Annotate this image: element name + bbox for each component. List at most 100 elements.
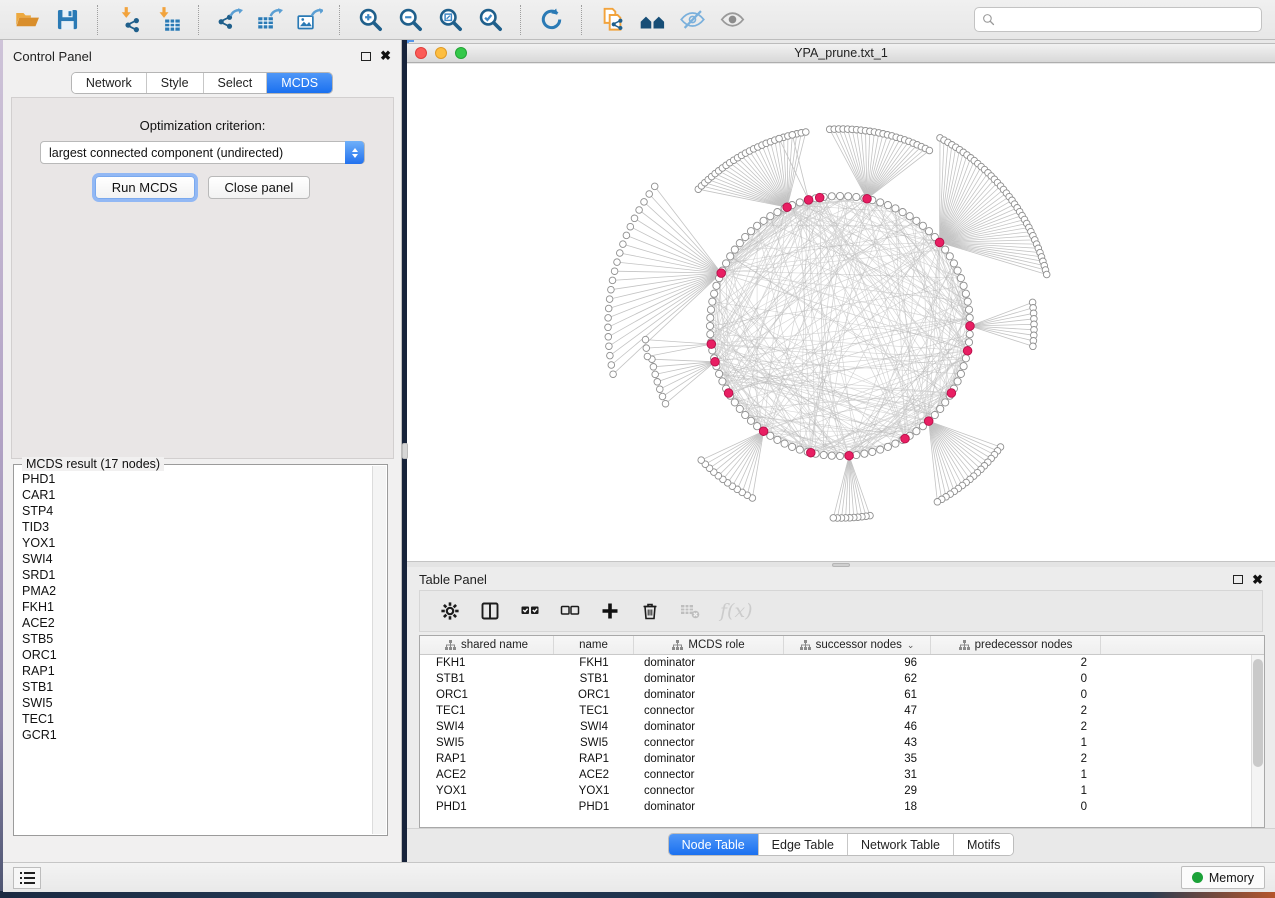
table-row[interactable]: ACE2ACE2connector311 [420,767,1264,783]
graph-node[interactable] [754,222,761,229]
graph-leaf-node[interactable] [631,215,638,222]
cell-successor-nodes[interactable]: 62 [784,671,931,687]
cell-shared-name[interactable]: YOX1 [420,783,554,799]
apply-layout-refresh-button[interactable] [531,3,571,37]
graph-leaf-node[interactable] [607,352,614,359]
tab-mcds[interactable]: MCDS [267,73,332,93]
zoom-selected-button[interactable] [470,3,510,37]
cell-MCDS-role[interactable]: connector [634,767,784,783]
mcds-result-item[interactable]: STB5 [22,631,372,647]
cell-name[interactable]: SWI4 [554,719,634,735]
select-all-checkboxes-button[interactable] [520,601,540,621]
graph-leaf-node[interactable] [926,147,933,154]
graph-node[interactable] [877,199,884,206]
cell-name[interactable]: SWI5 [554,735,634,751]
cell-shared-name[interactable]: TEC1 [420,703,554,719]
cell-MCDS-role[interactable]: dominator [634,655,784,671]
graph-hub-node[interactable] [815,193,824,202]
graph-node[interactable] [899,209,906,216]
graph-node[interactable] [731,399,738,406]
add-row-button[interactable] [600,601,620,621]
graph-hub-node[interactable] [804,196,813,205]
graph-hub-node[interactable] [863,195,872,204]
graph-hub-node[interactable] [963,347,972,356]
graph-leaf-node[interactable] [830,515,837,522]
graph-leaf-node[interactable] [610,371,617,378]
cell-successor-nodes[interactable]: 18 [784,799,931,815]
export-network-button[interactable] [209,3,249,37]
graph-leaf-node[interactable] [617,250,624,257]
import-table-button[interactable] [148,3,188,37]
graph-node[interactable] [767,213,774,220]
cell-predecessor-nodes[interactable]: 1 [931,767,1101,783]
new-network-from-selection-button[interactable] [592,3,632,37]
cell-successor-nodes[interactable]: 46 [784,719,931,735]
graph-node[interactable] [884,202,891,209]
graph-node[interactable] [723,260,730,267]
graph-node[interactable] [966,314,973,321]
open-file-button[interactable] [7,3,47,37]
table-row[interactable]: YOX1YOX1connector291 [420,783,1264,799]
deselect-all-checkboxes-button[interactable] [560,601,580,621]
graph-hub-node[interactable] [724,389,733,398]
mcds-result-item[interactable]: TID3 [22,519,372,535]
graph-node[interactable] [954,267,961,274]
cell-successor-nodes[interactable]: 35 [784,751,931,767]
cell-name[interactable]: STB1 [554,671,634,687]
graph-node[interactable] [760,217,767,224]
tab-motifs[interactable]: Motifs [954,834,1013,855]
column-header-MCDS-role[interactable]: MCDS role [634,636,784,654]
memory-button[interactable]: Memory [1181,866,1265,889]
cell-MCDS-role[interactable]: connector [634,783,784,799]
graph-leaf-node[interactable] [606,296,613,303]
graph-hub-node[interactable] [947,389,956,398]
cell-MCDS-role[interactable]: dominator [634,799,784,815]
mcds-result-item[interactable]: PHD1 [22,471,372,487]
cell-shared-name[interactable]: PHD1 [420,799,554,815]
graph-node[interactable] [736,405,743,412]
close-panel-icon[interactable]: ✖ [380,51,391,61]
graph-node[interactable] [731,246,738,253]
graph-node[interactable] [942,399,949,406]
delete-rows-button[interactable] [640,601,660,621]
graph-leaf-node[interactable] [662,400,669,407]
mcds-result-item[interactable]: ORC1 [22,647,372,663]
graph-node[interactable] [707,331,714,338]
graph-leaf-node[interactable] [776,135,783,142]
table-row[interactable]: SWI5SWI5connector431 [420,735,1264,751]
zoom-out-button[interactable] [390,3,430,37]
cell-MCDS-role[interactable]: connector [634,703,784,719]
graph-node[interactable] [877,446,884,453]
graph-node[interactable] [965,339,972,346]
graph-node[interactable] [884,443,891,450]
mcds-result-scrollbar[interactable] [372,466,386,834]
mcds-result-item[interactable]: RAP1 [22,663,372,679]
graph-leaf-node[interactable] [654,379,661,386]
column-header-predecessor-nodes[interactable]: predecessor nodes [931,636,1101,654]
cell-successor-nodes[interactable]: 96 [784,655,931,671]
column-header-shared-name[interactable]: shared name [420,636,554,654]
graph-hub-node[interactable] [783,203,792,212]
cell-predecessor-nodes[interactable]: 2 [931,719,1101,735]
graph-node[interactable] [836,192,843,199]
graph-leaf-node[interactable] [606,343,613,350]
vertical-splitter-handle[interactable] [402,443,408,459]
cell-MCDS-role[interactable]: dominator [634,751,784,767]
graph-leaf-node[interactable] [651,183,658,190]
graph-hub-node[interactable] [711,358,720,367]
graph-node[interactable] [925,228,932,235]
zoom-fit-button[interactable] [430,3,470,37]
cell-shared-name[interactable]: RAP1 [420,751,554,767]
cell-MCDS-role[interactable]: connector [634,735,784,751]
graph-leaf-node[interactable] [652,371,659,378]
table-row[interactable]: ORC1ORC1dominator610 [420,687,1264,703]
cell-predecessor-nodes[interactable]: 2 [931,751,1101,767]
cell-name[interactable]: FKH1 [554,655,634,671]
graph-leaf-node[interactable] [650,364,657,371]
graph-leaf-node[interactable] [614,259,621,266]
tab-style[interactable]: Style [147,73,204,93]
graph-node[interactable] [965,306,972,313]
graph-node[interactable] [706,322,713,329]
column-header-name[interactable]: name [554,636,634,654]
cell-predecessor-nodes[interactable]: 2 [931,655,1101,671]
